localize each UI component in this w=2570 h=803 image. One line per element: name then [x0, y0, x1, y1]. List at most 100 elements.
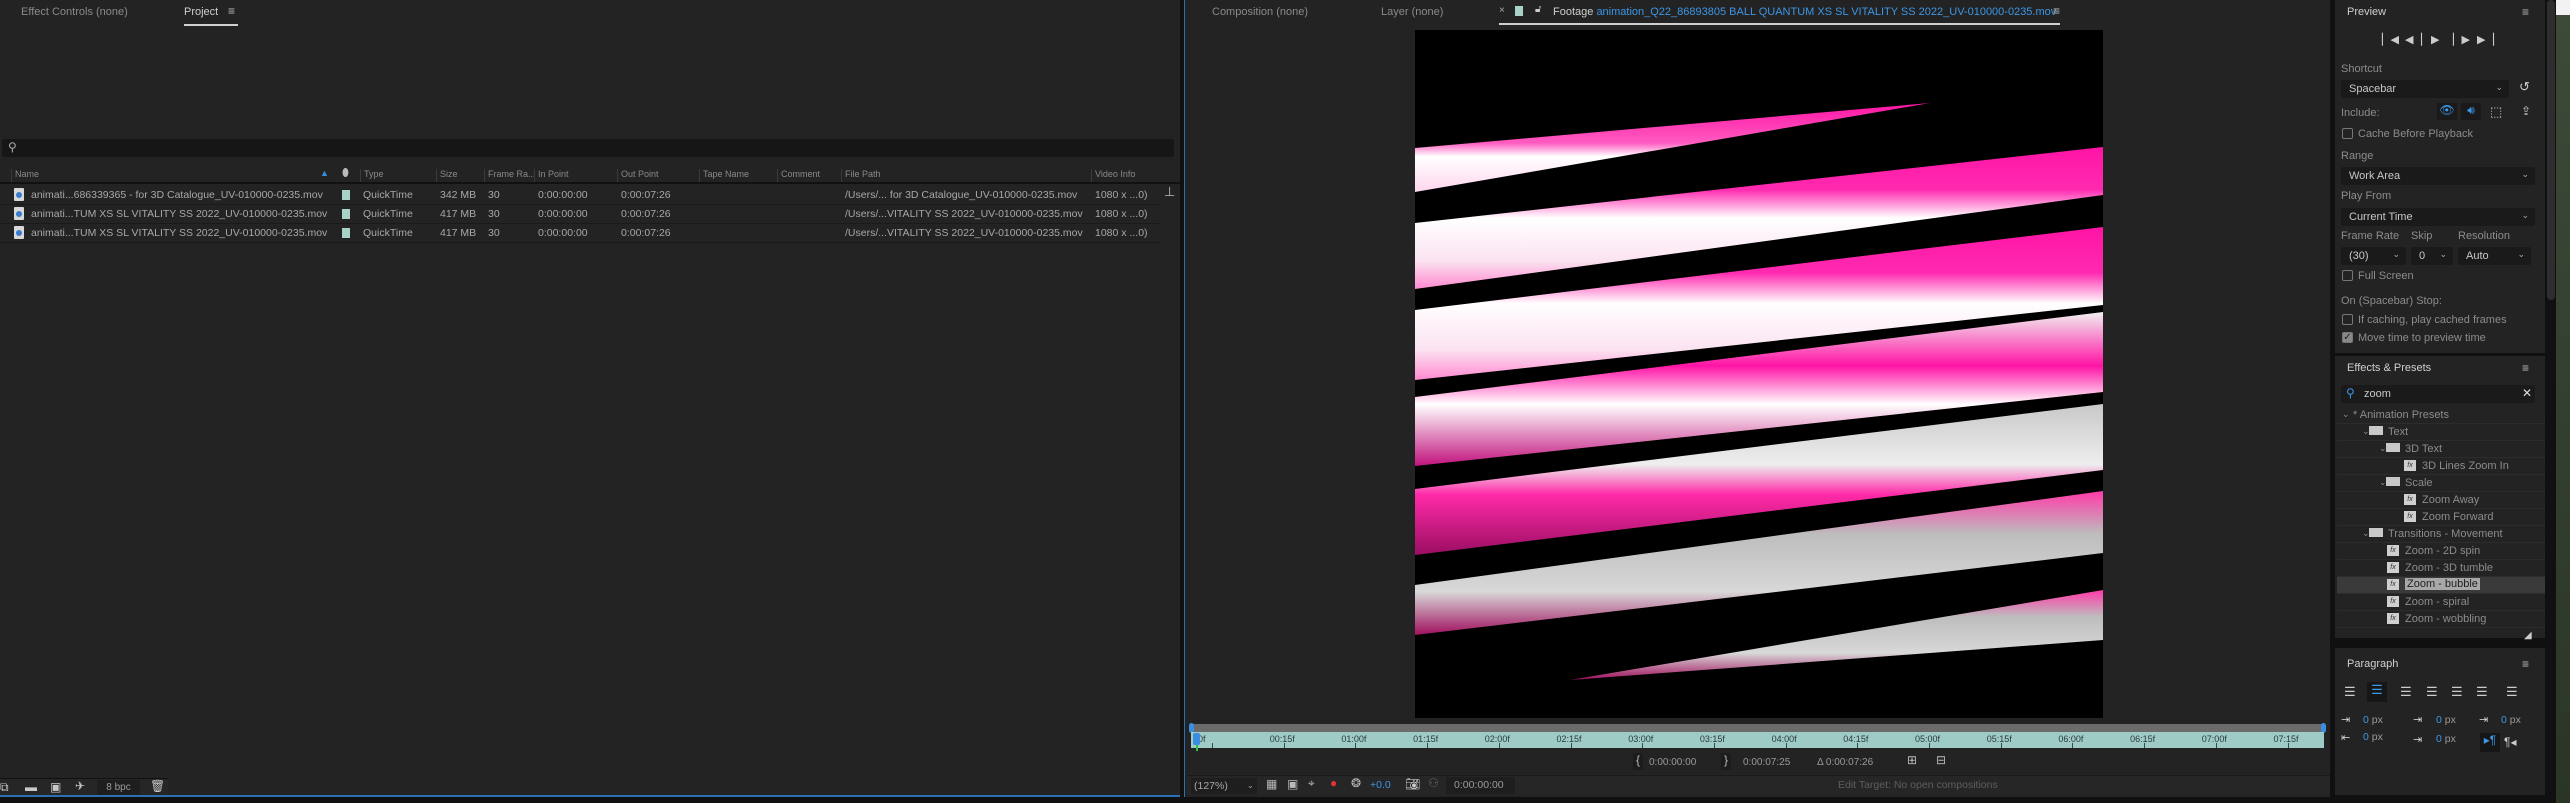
preset-item[interactable]: fx Zoom Away [2337, 492, 2545, 509]
preview-menu-icon[interactable]: ≡ [2522, 5, 2529, 19]
magnification-dropdown[interactable]: (127%) ⌄ [1191, 778, 1257, 794]
paragraph-menu-icon[interactable]: ≡ [2522, 657, 2529, 671]
column-tape-name[interactable]: Tape Name [699, 169, 749, 182]
sort-ascending-icon[interactable]: ▲ [320, 168, 329, 178]
effects-menu-icon[interactable]: ≡ [2522, 361, 2529, 375]
tree-folder[interactable]: ⌄ Scale [2337, 475, 2545, 492]
new-composition-icon[interactable]: ▣ [50, 780, 61, 794]
label-color-swatch[interactable] [342, 209, 350, 219]
show-snapshot-icon[interactable]: ⚇ [1428, 776, 1439, 790]
column-out-point[interactable]: Out Point [617, 169, 659, 182]
frame-rate-dropdown[interactable]: (30) ⌄ [2341, 247, 2406, 265]
column-in-point[interactable]: In Point [534, 169, 569, 182]
snapshot-icon[interactable]: 📷︎ [1405, 777, 1420, 791]
close-tab-icon[interactable]: × [1499, 5, 1505, 16]
label-color-swatch[interactable] [342, 190, 350, 200]
tab-effect-controls[interactable]: Effect Controls (none) [21, 6, 128, 18]
lock-icon[interactable]: 🔓︎ [1535, 4, 1541, 15]
first-frame-icon[interactable]: ▏◀ [2382, 33, 2399, 46]
playhead[interactable] [1193, 733, 1200, 745]
left-to-right-icon[interactable]: ▸¶ [2480, 733, 2500, 752]
move-time-checkbox[interactable]: ✓ [2342, 332, 2353, 343]
include-overlays-icon[interactable]: ⬚ [2490, 104, 2502, 120]
ripple-insert-icon[interactable]: ⊞ [1907, 753, 1917, 767]
channel-icon[interactable]: ● [1330, 776, 1337, 790]
indent-left-field[interactable]: 0 px [2363, 714, 2383, 726]
guides-icon[interactable]: ⌖ [1308, 776, 1315, 791]
cache-before-playback-checkbox[interactable] [2342, 128, 2353, 139]
tab-composition[interactable]: Composition (none) [1212, 6, 1308, 18]
flowchart-icon[interactable]: ⊥ [1164, 184, 1175, 200]
table-row[interactable]: animati...686339365 - for 3D Catalogue_U… [0, 186, 1160, 205]
column-frame-rate[interactable]: Frame Ra... [484, 169, 536, 182]
reset-icon[interactable]: ↺ [2519, 79, 2530, 95]
justify-all-icon[interactable]: ☰ [2506, 684, 2518, 700]
preset-item[interactable]: fx Zoom Forward [2337, 509, 2545, 526]
panel-scrollbar[interactable] [2547, 0, 2555, 300]
table-row[interactable]: animati...TUM XS SL VITALITY SS 2022_UV-… [0, 205, 1160, 224]
indent-right-field[interactable]: 0 px [2363, 731, 2383, 743]
tree-folder[interactable]: ⌄ * Animation Presets [2337, 407, 2545, 424]
clear-search-icon[interactable]: ✕ [2522, 386, 2532, 400]
color-management-icon[interactable]: ❂ [1351, 776, 1361, 790]
play-icon[interactable]: ▶ [2431, 33, 2439, 46]
trash-icon[interactable]: 🗑 [150, 779, 165, 793]
effects-search-input[interactable]: ⚲ zoom ✕ [2341, 385, 2535, 403]
out-point-value[interactable]: 0:00:07:25 [1743, 757, 1790, 768]
viewer-menu-icon[interactable]: ≡ [2053, 4, 2060, 18]
label-color-swatch[interactable] [342, 228, 350, 238]
preset-item[interactable]: fx 3D Lines Zoom In [2337, 458, 2545, 475]
resolution-dropdown[interactable]: Auto ⌄ [2458, 247, 2531, 265]
include-audio-toggle[interactable]: 🔊︎ [2461, 103, 2481, 120]
space-before-field[interactable]: 0 px [2436, 714, 2456, 726]
preset-item[interactable]: fx Zoom - bubble [2337, 577, 2545, 594]
column-video-info[interactable]: Video Info [1091, 169, 1135, 182]
interpret-footage-icon[interactable]: ⧉ [0, 780, 9, 795]
align-center-icon[interactable]: ☰ [2367, 682, 2387, 702]
next-frame-icon[interactable]: ▏▶ [2453, 33, 2470, 46]
transparency-grid-icon[interactable]: ▦ [1266, 777, 1277, 791]
mask-visibility-icon[interactable]: ▣ [1287, 777, 1298, 791]
tree-folder[interactable]: ⌄ Transitions - Movement [2337, 526, 2545, 543]
in-point-button[interactable]: { [1633, 753, 1643, 770]
panel-menu-icon[interactable]: ≡ [228, 4, 235, 18]
align-left-icon[interactable]: ☰ [2344, 684, 2356, 700]
resize-handle-icon[interactable]: ◢ [2524, 630, 2532, 641]
column-file-path[interactable]: File Path [841, 169, 881, 182]
render-icon[interactable]: ✈ [75, 779, 85, 793]
tab-layer[interactable]: Layer (none) [1381, 6, 1443, 18]
preset-item[interactable]: fx Zoom - wobbling [2337, 611, 2545, 628]
column-name[interactable]: Name [11, 169, 341, 182]
overlay-edit-icon[interactable]: ⊟ [1936, 753, 1946, 767]
shortcut-dropdown[interactable]: Spacebar ⌄ [2341, 80, 2509, 98]
preset-item[interactable]: fx Zoom - 2D spin [2337, 543, 2545, 560]
justify-last-center-icon[interactable]: ☰ [2451, 684, 2463, 700]
current-time-field[interactable]: 0:00:00:00 [1446, 777, 1515, 794]
justify-last-left-icon[interactable]: ☰ [2426, 684, 2438, 700]
if-caching-checkbox[interactable] [2342, 314, 2353, 325]
label-tag-icon[interactable]: ⬮ [342, 167, 349, 180]
indent-first-line-field[interactable]: 0 px [2501, 714, 2521, 726]
exposure-value[interactable]: +0.0 [1370, 779, 1391, 791]
bit-depth-button[interactable]: 8 bpc [97, 780, 140, 795]
previous-frame-icon[interactable]: ◀▕ [2405, 33, 2422, 46]
work-area-bar[interactable] [1191, 724, 2324, 732]
table-row[interactable]: animati...TUM XS SL VITALITY SS 2022_UV-… [0, 224, 1160, 243]
last-frame-icon[interactable]: ▶▕ [2477, 33, 2494, 46]
align-right-icon[interactable]: ☰ [2400, 684, 2412, 700]
justify-last-right-icon[interactable]: ☰ [2476, 684, 2488, 700]
export-icon[interactable]: ⇪ [2521, 104, 2531, 118]
column-comment[interactable]: Comment [777, 169, 820, 182]
tree-folder[interactable]: ⌄ Text [2337, 424, 2545, 441]
tree-folder[interactable]: ⌄ 3D Text [2337, 441, 2545, 458]
skip-dropdown[interactable]: 0 ⌄ [2411, 247, 2453, 265]
preset-item[interactable]: fx Zoom - 3D tumble [2337, 560, 2545, 577]
play-from-dropdown[interactable]: Current Time ⌄ [2341, 208, 2535, 226]
project-search-input[interactable]: ⚲ [2, 139, 1174, 157]
tab-footage[interactable]: Footage animation_Q22_86893805 BALL QUAN… [1553, 6, 2056, 18]
tab-project[interactable]: Project [184, 6, 218, 18]
new-folder-icon[interactable]: ▬ [25, 780, 37, 794]
right-to-left-icon[interactable]: ¶◂ [2504, 735, 2516, 749]
column-type[interactable]: Type [360, 169, 384, 182]
out-point-button[interactable]: } [1721, 753, 1731, 770]
